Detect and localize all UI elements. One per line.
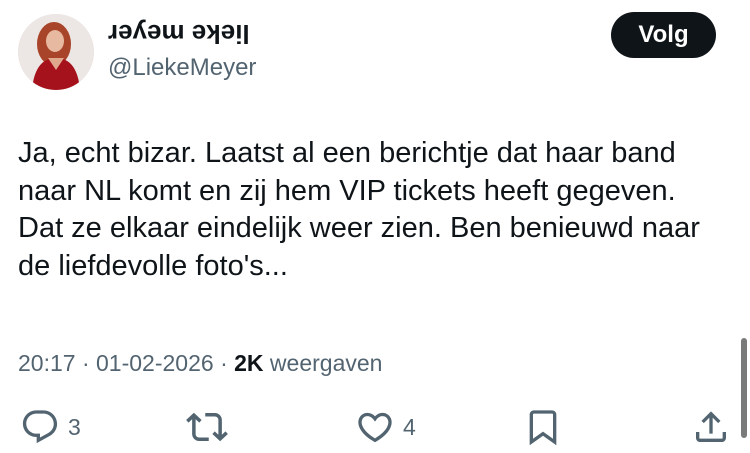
views-count: 2K (234, 350, 264, 376)
reply-icon (22, 410, 58, 444)
tweet-line: de liefdevolle foto's... (18, 249, 288, 282)
tweet-line: naar NL komt en zij hem VIP tickets heef… (18, 174, 676, 207)
retweet-icon (186, 412, 228, 442)
views-label: weergaven (269, 350, 383, 376)
bookmark-icon (529, 410, 557, 446)
meta-separator: · (220, 350, 228, 376)
like-count: 4 (403, 413, 416, 440)
reply-count: 3 (68, 413, 81, 440)
follow-button[interactable]: Volg (611, 12, 716, 58)
display-name[interactable]: lieke meyer (108, 18, 250, 50)
tweet-text: Ja, echt bizar. Laatst al een berichtje … (18, 135, 733, 285)
scrollbar[interactable] (741, 338, 747, 438)
avatar[interactable] (18, 14, 94, 90)
tweet-date[interactable]: 01-02-2026 (96, 350, 214, 376)
share-icon (696, 411, 726, 442)
user-handle[interactable]: @LiekeMeyer (108, 53, 256, 83)
tweet-meta: 20:17 · 01-02-2026 · 2K weergaven (18, 348, 382, 378)
share-button[interactable] (691, 407, 731, 447)
tweet-line: Ja, echt bizar. Laatst al een berichtje … (18, 137, 676, 169)
profile-photo (18, 14, 94, 90)
tweet-line: Dat ze elkaar eindelijk weer zien. Ben b… (18, 212, 700, 245)
bookmark-button[interactable] (523, 407, 563, 447)
tweet-time[interactable]: 20:17 (18, 350, 76, 376)
heart-icon (358, 412, 392, 443)
like-button[interactable]: 4 (355, 407, 416, 447)
retweet-button[interactable] (186, 407, 236, 447)
meta-separator: · (81, 350, 90, 376)
reply-button[interactable]: 3 (20, 407, 81, 447)
